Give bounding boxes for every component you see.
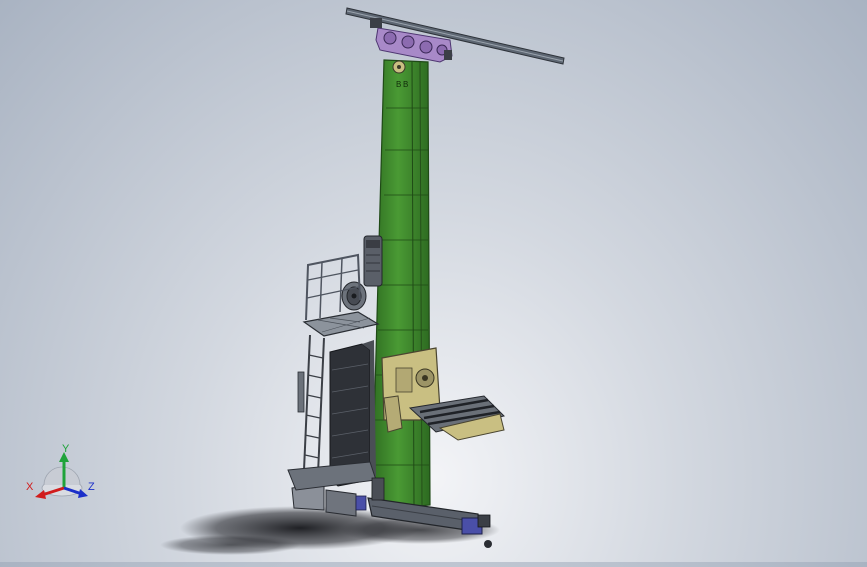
3d-viewport[interactable]: B B [0,0,867,562]
hoist-drum[interactable] [341,281,367,311]
mast-plate-label-1: B [396,80,401,89]
y-axis-label: Y [62,443,70,455]
hoist-motor[interactable] [363,235,383,287]
x-axis-label: X [26,481,34,493]
access-ladder[interactable] [297,334,325,475]
mast-plate-label-2: B [403,80,408,89]
z-axis-label: Z [88,481,95,493]
stacker-crane-model[interactable]: B B [0,0,867,562]
operator-platform[interactable] [302,311,380,337]
coordinate-triad: Y X Z [22,440,102,510]
